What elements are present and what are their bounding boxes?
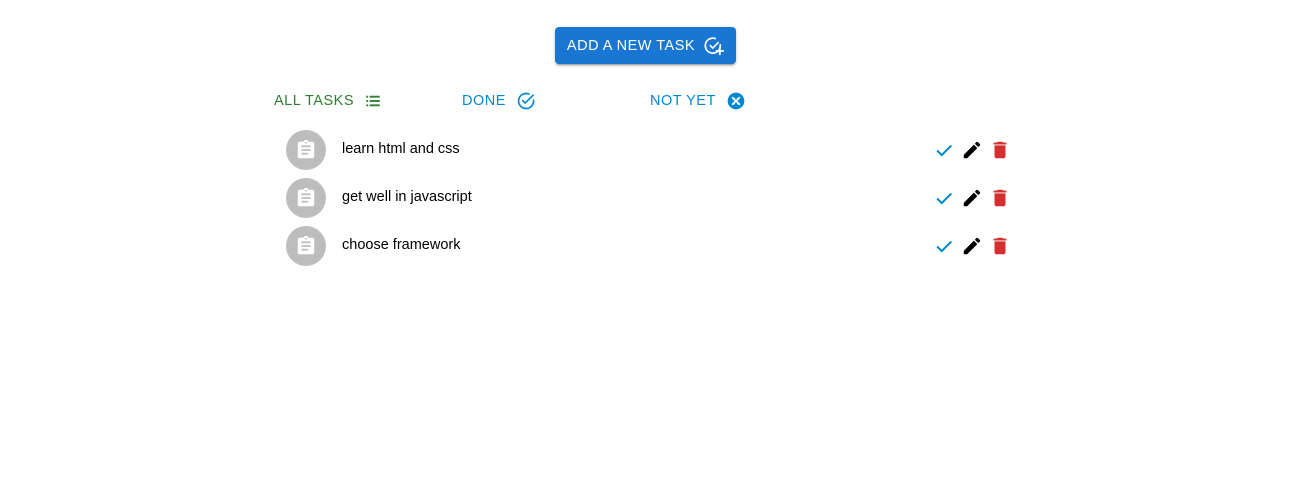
list-icon	[364, 92, 382, 110]
task-actions	[930, 186, 1014, 210]
add-task-icon	[704, 36, 725, 56]
filter-all-tasks[interactable]: ALL TASKS	[274, 89, 382, 113]
task-actions	[930, 138, 1014, 162]
task-avatar	[286, 226, 326, 266]
add-task-button[interactable]: ADD A NEW TASK	[555, 27, 736, 64]
task-row: choose framework	[286, 226, 1012, 274]
task-text: choose framework	[342, 237, 461, 253]
trash-icon	[989, 235, 1011, 257]
clipboard-icon	[295, 235, 317, 257]
task-row: learn html and css	[286, 130, 1012, 178]
add-task-label: ADD A NEW TASK	[566, 37, 696, 54]
clipboard-icon	[295, 187, 317, 209]
pencil-icon	[961, 139, 983, 161]
filter-not-yet[interactable]: NOT YET	[650, 89, 746, 113]
task-row: get well in javascript	[286, 178, 1012, 226]
pencil-icon	[961, 187, 983, 209]
edit-task-button[interactable]	[958, 186, 986, 210]
trash-icon	[989, 187, 1011, 209]
check-icon	[933, 139, 955, 161]
task-avatar	[286, 178, 326, 218]
filter-done-label: DONE	[462, 93, 506, 109]
edit-task-button[interactable]	[958, 138, 986, 162]
pencil-icon	[961, 235, 983, 257]
check-circle-outline-icon	[516, 91, 536, 111]
filter-not-yet-label: NOT YET	[650, 93, 716, 109]
filter-all-label: ALL TASKS	[274, 93, 354, 109]
clipboard-icon	[295, 139, 317, 161]
delete-task-button[interactable]	[986, 234, 1014, 258]
edit-task-button[interactable]	[958, 234, 986, 258]
task-actions	[930, 234, 1014, 258]
cancel-icon	[726, 91, 746, 111]
check-icon	[933, 187, 955, 209]
complete-task-button[interactable]	[930, 138, 958, 162]
task-list: learn html and css get well in javascrip…	[286, 130, 1012, 274]
task-text: get well in javascript	[342, 189, 472, 205]
delete-task-button[interactable]	[986, 138, 1014, 162]
filter-done[interactable]: DONE	[462, 89, 536, 113]
task-text: learn html and css	[342, 141, 460, 157]
complete-task-button[interactable]	[930, 234, 958, 258]
check-icon	[933, 235, 955, 257]
complete-task-button[interactable]	[930, 186, 958, 210]
trash-icon	[989, 139, 1011, 161]
task-avatar	[286, 130, 326, 170]
delete-task-button[interactable]	[986, 186, 1014, 210]
